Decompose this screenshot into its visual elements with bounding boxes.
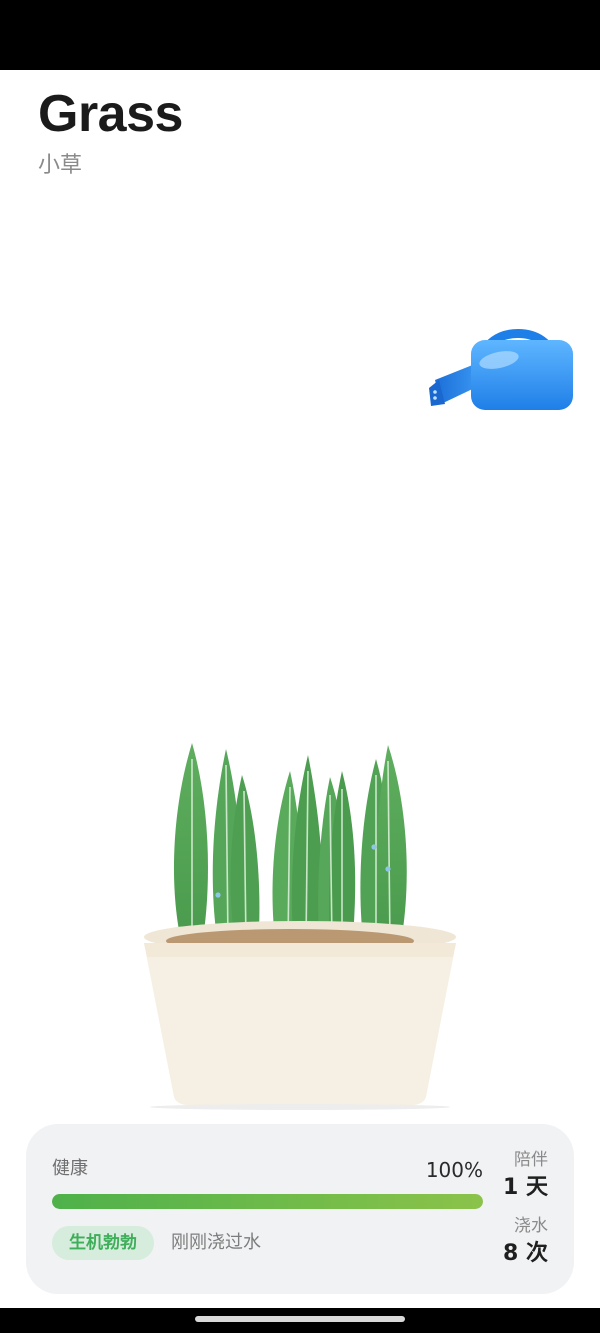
health-progress-fill	[52, 1194, 483, 1209]
home-indicator[interactable]	[195, 1316, 405, 1322]
flower-pot	[144, 921, 456, 1110]
health-label: 健康	[52, 1158, 88, 1179]
plant-subtitle: 小草	[38, 153, 83, 178]
grass-leaves	[173, 743, 407, 947]
plant-status-card: 健康 100% 生机勃勃 刚刚浇过水 陪伴 1 天 浇水 8 次	[26, 1124, 574, 1294]
status-text: 刚刚浇过水	[171, 1232, 261, 1253]
plant-title: Grass	[38, 85, 183, 143]
health-value: 100%	[425, 1158, 483, 1182]
status-bar	[0, 0, 600, 70]
plant-illustration[interactable]	[130, 735, 470, 1115]
companion-value: 1 天	[503, 1175, 548, 1200]
watering-label: 浇水	[514, 1216, 548, 1236]
health-progress-bar	[52, 1194, 483, 1209]
watering-can-icon[interactable]	[425, 318, 577, 414]
companion-label: 陪伴	[514, 1150, 548, 1170]
companion-stat: 陪伴 1 天	[503, 1152, 548, 1199]
watering-value: 8 次	[503, 1241, 548, 1266]
watering-stat: 浇水 8 次	[503, 1218, 548, 1265]
status-tag: 生机勃勃	[52, 1226, 154, 1260]
